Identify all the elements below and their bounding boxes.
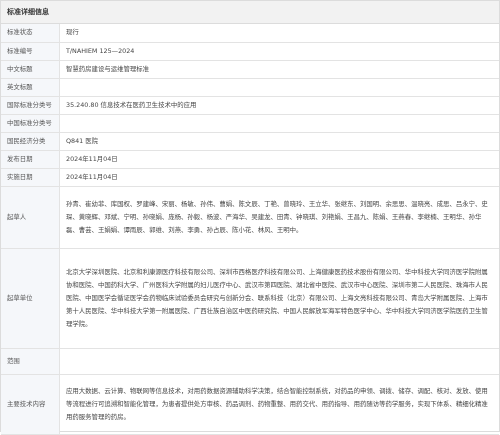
value-ics: 35.240.80 信息技术在医药卫生技术中的应用 [59,96,499,115]
value-economic-class: Q841 医院 [59,132,499,151]
detail-table: 标准状态 现行 标准编号 T/NAHIEM 125—2024 中文标题 智慧药房… [1,24,499,435]
row-drafters: 起草人 孙青、崔幼菲、库国权、罗建峰、宋丽、杨敏、孙伟、曹娟、陈文辰、丁艳、曾晓… [1,186,499,249]
row-publish-date: 发布日期 2024年11月04日 [1,150,499,169]
row-effective-date: 实施日期 2024年11月04日 [1,168,499,187]
label-ccs: 中国标准分类号 [1,114,60,133]
value-standard-number: T/NAHIEM 125—2024 [59,42,499,61]
value-chinese-title: 智慧药房建设与运维管理标准 [59,60,499,79]
value-publish-date: 2024年11月04日 [59,150,499,169]
label-status: 标准状态 [1,24,60,43]
label-economic-class: 国民经济分类 [1,132,60,151]
row-standard-number: 标准编号 T/NAHIEM 125—2024 [1,42,499,61]
label-publish-date: 发布日期 [1,150,60,169]
row-chinese-title: 中文标题 智慧药房建设与运维管理标准 [1,60,499,79]
row-english-title: 英文标题 [1,78,499,97]
label-drafting-units: 起草单位 [1,248,60,349]
row-status: 标准状态 现行 [1,24,499,43]
value-main-content: 应用大数据、云计算、物联网等信息技术，对用药数据资源辅助科学决策，结合智能控制系… [59,374,499,435]
row-ics: 国际标准分类号 35.240.80 信息技术在医药卫生技术中的应用 [1,96,499,115]
panel-title: 标准详细信息 [1,1,499,24]
label-scope: 范围 [1,348,60,375]
row-scope: 范围 [1,348,499,375]
value-effective-date: 2024年11月04日 [59,168,499,187]
label-ics: 国际标准分类号 [1,96,60,115]
row-economic-class: 国民经济分类 Q841 医院 [1,132,499,151]
row-main-content: 主要技术内容 应用大数据、云计算、物联网等信息技术，对用药数据资源辅助科学决策，… [1,374,499,435]
label-english-title: 英文标题 [1,78,60,97]
value-scope [59,348,499,375]
value-english-title [59,78,499,97]
label-drafters: 起草人 [1,186,60,249]
value-drafting-units: 北京大学深圳医院、北京和利康源医疗科技有限公司、深圳市西格医疗科技有限公司、上海… [59,248,499,349]
row-drafting-units: 起草单位 北京大学深圳医院、北京和利康源医疗科技有限公司、深圳市西格医疗科技有限… [1,248,499,349]
row-ccs: 中国标准分类号 [1,114,499,133]
label-effective-date: 实施日期 [1,168,60,187]
label-standard-number: 标准编号 [1,42,60,61]
value-drafters: 孙青、崔幼菲、库国权、罗建峰、宋丽、杨敏、孙伟、曹娟、陈文辰、丁艳、曾晓玲、王立… [59,186,499,249]
standard-detail-panel: 标准详细信息 标准状态 现行 标准编号 T/NAHIEM 125—2024 中文… [0,0,500,435]
value-ccs [59,114,499,133]
label-chinese-title: 中文标题 [1,60,60,79]
label-main-content: 主要技术内容 [1,374,60,435]
value-status: 现行 [59,24,499,43]
